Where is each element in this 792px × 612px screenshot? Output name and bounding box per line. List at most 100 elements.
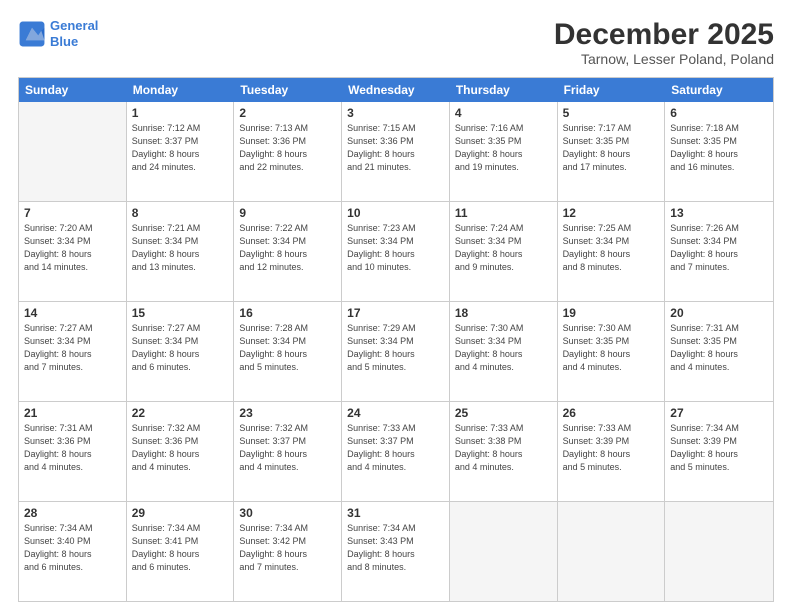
cal-cell-1-3: 10Sunrise: 7:23 AM Sunset: 3:34 PM Dayli… xyxy=(342,202,450,301)
day-number-8: 8 xyxy=(132,206,229,220)
cal-cell-0-1: 1Sunrise: 7:12 AM Sunset: 3:37 PM Daylig… xyxy=(127,102,235,201)
logo-line1: General xyxy=(50,18,98,33)
location: Tarnow, Lesser Poland, Poland xyxy=(554,51,774,67)
day-number-23: 23 xyxy=(239,406,336,420)
cal-cell-2-2: 16 Sunrise: 7:28 AM Sunset: 3:34 PM Dayli… xyxy=(234,302,342,401)
day-number-26: 26 xyxy=(563,406,660,420)
cal-cell-4-3: 31 Sunrise: 7:34 AM Sunset: 3:43 PM Dayli… xyxy=(342,502,450,601)
day-number-2: 2 xyxy=(239,106,336,120)
cal-cell-0-0 xyxy=(19,102,127,201)
cell-info-13: Sunrise: 7:26 AM Sunset: 3:34 PM Dayligh… xyxy=(670,222,768,274)
logo-icon xyxy=(18,20,46,48)
day-number-5: 5 xyxy=(563,106,660,120)
day-number-22: 22 xyxy=(132,406,229,420)
day-number-4: 4 xyxy=(455,106,552,120)
cell-info-4: Sunrise: 7:16 AM Sunset: 3:35 PM Dayligh… xyxy=(455,122,552,174)
logo: General Blue xyxy=(18,18,98,49)
day-number-18: 18 xyxy=(455,306,552,320)
cell-info-14: Sunrise: 7:27 AM Sunset: 3:34 PM Dayligh… xyxy=(24,322,121,374)
day-number-10: 10 xyxy=(347,206,444,220)
cell-info-20: Sunrise: 7:31 AM Sunset: 3:35 PM Dayligh… xyxy=(670,322,768,374)
header-wednesday: Wednesday xyxy=(342,78,450,102)
cell-info-22: Sunrise: 7:32 AM Sunset: 3:36 PM Dayligh… xyxy=(132,422,229,474)
cell-info-12: Sunrise: 7:25 AM Sunset: 3:34 PM Dayligh… xyxy=(563,222,660,274)
day-number-14: 14 xyxy=(24,306,121,320)
cal-cell-0-3: 3Sunrise: 7:15 AM Sunset: 3:36 PM Daylig… xyxy=(342,102,450,201)
day-number-27: 27 xyxy=(670,406,768,420)
cal-cell-3-4: 25Sunrise: 7:33 AM Sunset: 3:38 PM Dayli… xyxy=(450,402,558,501)
day-number-16: 16 xyxy=(239,306,336,320)
cal-cell-2-0: 14 Sunrise: 7:27 AM Sunset: 3:34 PM Dayli… xyxy=(19,302,127,401)
header-monday: Monday xyxy=(127,78,235,102)
day-number-19: 19 xyxy=(563,306,660,320)
cal-cell-1-0: 7Sunrise: 7:20 AM Sunset: 3:34 PM Daylig… xyxy=(19,202,127,301)
cal-cell-3-5: 26 Sunrise: 7:33 AM Sunset: 3:39 PM Dayli… xyxy=(558,402,666,501)
calendar: Sunday Monday Tuesday Wednesday Thursday… xyxy=(18,77,774,602)
cell-info-8: Sunrise: 7:21 AM Sunset: 3:34 PM Dayligh… xyxy=(132,222,229,274)
cell-info-6: Sunrise: 7:18 AM Sunset: 3:35 PM Dayligh… xyxy=(670,122,768,174)
cal-cell-0-2: 2Sunrise: 7:13 AM Sunset: 3:36 PM Daylig… xyxy=(234,102,342,201)
day-number-9: 9 xyxy=(239,206,336,220)
cell-info-16: Sunrise: 7:28 AM Sunset: 3:34 PM Dayligh… xyxy=(239,322,336,374)
day-number-15: 15 xyxy=(132,306,229,320)
header-sunday: Sunday xyxy=(19,78,127,102)
cell-info-11: Sunrise: 7:24 AM Sunset: 3:34 PM Dayligh… xyxy=(455,222,552,274)
cal-cell-2-5: 19 Sunrise: 7:30 AM Sunset: 3:35 PM Dayli… xyxy=(558,302,666,401)
day-number-30: 30 xyxy=(239,506,336,520)
cal-cell-4-6 xyxy=(665,502,773,601)
cal-cell-2-3: 17 Sunrise: 7:29 AM Sunset: 3:34 PM Dayli… xyxy=(342,302,450,401)
page: General Blue December 2025 Tarnow, Lesse… xyxy=(0,0,792,612)
cell-info-1: Sunrise: 7:12 AM Sunset: 3:37 PM Dayligh… xyxy=(132,122,229,174)
cal-cell-3-3: 24Sunrise: 7:33 AM Sunset: 3:37 PM Dayli… xyxy=(342,402,450,501)
header: General Blue December 2025 Tarnow, Lesse… xyxy=(18,18,774,67)
cell-info-23: Sunrise: 7:32 AM Sunset: 3:37 PM Dayligh… xyxy=(239,422,336,474)
cal-cell-2-4: 18Sunrise: 7:30 AM Sunset: 3:34 PM Dayli… xyxy=(450,302,558,401)
cal-cell-3-1: 22 Sunrise: 7:32 AM Sunset: 3:36 PM Dayli… xyxy=(127,402,235,501)
cal-cell-4-2: 30 Sunrise: 7:34 AM Sunset: 3:42 PM Dayli… xyxy=(234,502,342,601)
day-number-31: 31 xyxy=(347,506,444,520)
cell-info-5: Sunrise: 7:17 AM Sunset: 3:35 PM Dayligh… xyxy=(563,122,660,174)
cal-cell-0-5: 5 Sunrise: 7:17 AM Sunset: 3:35 PM Daylig… xyxy=(558,102,666,201)
cal-cell-1-6: 13 Sunrise: 7:26 AM Sunset: 3:34 PM Dayli… xyxy=(665,202,773,301)
cal-cell-2-1: 15 Sunrise: 7:27 AM Sunset: 3:34 PM Dayli… xyxy=(127,302,235,401)
week-row-0: 1Sunrise: 7:12 AM Sunset: 3:37 PM Daylig… xyxy=(19,102,773,202)
cell-info-17: Sunrise: 7:29 AM Sunset: 3:34 PM Dayligh… xyxy=(347,322,444,374)
cal-cell-3-2: 23 Sunrise: 7:32 AM Sunset: 3:37 PM Dayli… xyxy=(234,402,342,501)
logo-text: General Blue xyxy=(50,18,98,49)
cell-info-27: Sunrise: 7:34 AM Sunset: 3:39 PM Dayligh… xyxy=(670,422,768,474)
day-number-20: 20 xyxy=(670,306,768,320)
header-saturday: Saturday xyxy=(665,78,773,102)
cal-cell-1-4: 11 Sunrise: 7:24 AM Sunset: 3:34 PM Dayli… xyxy=(450,202,558,301)
week-row-1: 7Sunrise: 7:20 AM Sunset: 3:34 PM Daylig… xyxy=(19,202,773,302)
cal-cell-1-2: 9Sunrise: 7:22 AM Sunset: 3:34 PM Daylig… xyxy=(234,202,342,301)
calendar-header: Sunday Monday Tuesday Wednesday Thursday… xyxy=(19,78,773,102)
cell-info-31: Sunrise: 7:34 AM Sunset: 3:43 PM Dayligh… xyxy=(347,522,444,574)
cell-info-19: Sunrise: 7:30 AM Sunset: 3:35 PM Dayligh… xyxy=(563,322,660,374)
cell-info-15: Sunrise: 7:27 AM Sunset: 3:34 PM Dayligh… xyxy=(132,322,229,374)
day-number-12: 12 xyxy=(563,206,660,220)
day-number-3: 3 xyxy=(347,106,444,120)
week-row-2: 14 Sunrise: 7:27 AM Sunset: 3:34 PM Dayli… xyxy=(19,302,773,402)
day-number-13: 13 xyxy=(670,206,768,220)
day-number-29: 29 xyxy=(132,506,229,520)
cal-cell-0-4: 4 Sunrise: 7:16 AM Sunset: 3:35 PM Daylig… xyxy=(450,102,558,201)
day-number-28: 28 xyxy=(24,506,121,520)
cal-cell-4-0: 28 Sunrise: 7:34 AM Sunset: 3:40 PM Dayli… xyxy=(19,502,127,601)
cal-cell-0-6: 6Sunrise: 7:18 AM Sunset: 3:35 PM Daylig… xyxy=(665,102,773,201)
day-number-17: 17 xyxy=(347,306,444,320)
cell-info-25: Sunrise: 7:33 AM Sunset: 3:38 PM Dayligh… xyxy=(455,422,552,474)
header-thursday: Thursday xyxy=(450,78,558,102)
logo-line2: Blue xyxy=(50,34,78,49)
calendar-body: 1Sunrise: 7:12 AM Sunset: 3:37 PM Daylig… xyxy=(19,102,773,601)
day-number-11: 11 xyxy=(455,206,552,220)
cal-cell-4-5 xyxy=(558,502,666,601)
cal-cell-1-5: 12 Sunrise: 7:25 AM Sunset: 3:34 PM Dayli… xyxy=(558,202,666,301)
header-friday: Friday xyxy=(558,78,666,102)
cell-info-21: Sunrise: 7:31 AM Sunset: 3:36 PM Dayligh… xyxy=(24,422,121,474)
week-row-4: 28 Sunrise: 7:34 AM Sunset: 3:40 PM Dayli… xyxy=(19,502,773,601)
cell-info-26: Sunrise: 7:33 AM Sunset: 3:39 PM Dayligh… xyxy=(563,422,660,474)
cell-info-28: Sunrise: 7:34 AM Sunset: 3:40 PM Dayligh… xyxy=(24,522,121,574)
cell-info-29: Sunrise: 7:34 AM Sunset: 3:41 PM Dayligh… xyxy=(132,522,229,574)
day-number-24: 24 xyxy=(347,406,444,420)
cell-info-30: Sunrise: 7:34 AM Sunset: 3:42 PM Dayligh… xyxy=(239,522,336,574)
